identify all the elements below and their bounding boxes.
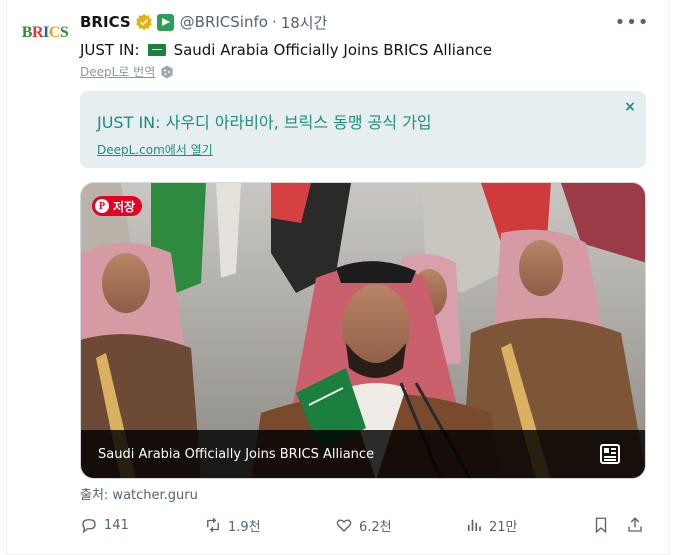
open-deepl-link[interactable]: DeepL.com에서 열기 xyxy=(97,141,213,158)
views-icon xyxy=(467,519,481,531)
affiliate-badge-icon[interactable] xyxy=(156,13,174,31)
tweet-prefix: JUST IN: xyxy=(80,41,140,59)
bookmark-button[interactable] xyxy=(592,514,616,536)
close-icon[interactable]: × xyxy=(622,99,638,115)
card-caption-bar: Saudi Arabia Officially Joins BRICS Alli… xyxy=(81,430,645,478)
avatar[interactable]: BRICS xyxy=(22,10,69,56)
separator-dot: · xyxy=(271,13,277,31)
retweet-count: 1.9천 xyxy=(228,519,261,535)
tweet-body: Saudi Arabia Officially Joins BRICS Alli… xyxy=(173,41,493,59)
translate-row[interactable]: DeepL로 번역 xyxy=(80,63,174,80)
card-title: Saudi Arabia Officially Joins BRICS Alli… xyxy=(98,447,375,462)
reply-icon xyxy=(82,519,96,534)
heart-icon xyxy=(336,519,352,532)
deepl-logo-icon xyxy=(161,65,173,78)
card-source[interactable]: 출처: watcher.guru xyxy=(80,484,198,503)
translation-box: JUST IN: 사우디 아라비아, 브릭스 동맹 공식 가입 DeepL.co… xyxy=(80,91,646,168)
pinterest-save-button[interactable]: P 저장 xyxy=(92,196,143,216)
action-bar: 141 1.9천 6.2천 21만 xyxy=(80,514,646,536)
retweet-icon xyxy=(207,517,219,533)
bookmark-icon xyxy=(595,517,607,534)
tweet-time[interactable]: 18시간 xyxy=(281,12,328,33)
reply-count: 141 xyxy=(104,517,129,533)
author-handle[interactable]: @BRICSinfo xyxy=(180,13,268,31)
pinterest-icon: P xyxy=(95,199,109,213)
article-icon xyxy=(600,444,620,464)
translation-text: JUST IN: 사우디 아라비아, 브릭스 동맹 공식 가입 xyxy=(97,113,432,132)
tweet-text: JUST IN: Saudi Arabia Officially Joins B… xyxy=(80,40,492,60)
retweet-button[interactable]: 1.9천 xyxy=(204,514,261,536)
verified-badge-icon[interactable] xyxy=(135,13,153,31)
author-name[interactable]: BRICS xyxy=(80,13,131,31)
tweet-header: BRICS @BRICSinfo · 18시간 xyxy=(80,12,327,32)
pinterest-save-label: 저장 xyxy=(113,199,136,214)
share-button[interactable] xyxy=(626,514,650,536)
reply-button[interactable]: 141 xyxy=(80,514,129,536)
more-options-icon[interactable]: ••• xyxy=(615,12,649,33)
like-button[interactable]: 6.2천 xyxy=(335,514,392,536)
share-icon xyxy=(628,517,642,532)
views-button[interactable]: 21만 xyxy=(465,514,518,536)
translate-link[interactable]: DeepL로 번역 xyxy=(80,63,155,80)
views-count: 21만 xyxy=(489,519,518,535)
saudi-flag-icon xyxy=(147,44,166,56)
like-count: 6.2천 xyxy=(359,519,392,535)
link-card[interactable]: P 저장 Saudi Arabia Officially Joins BRICS… xyxy=(80,182,646,479)
